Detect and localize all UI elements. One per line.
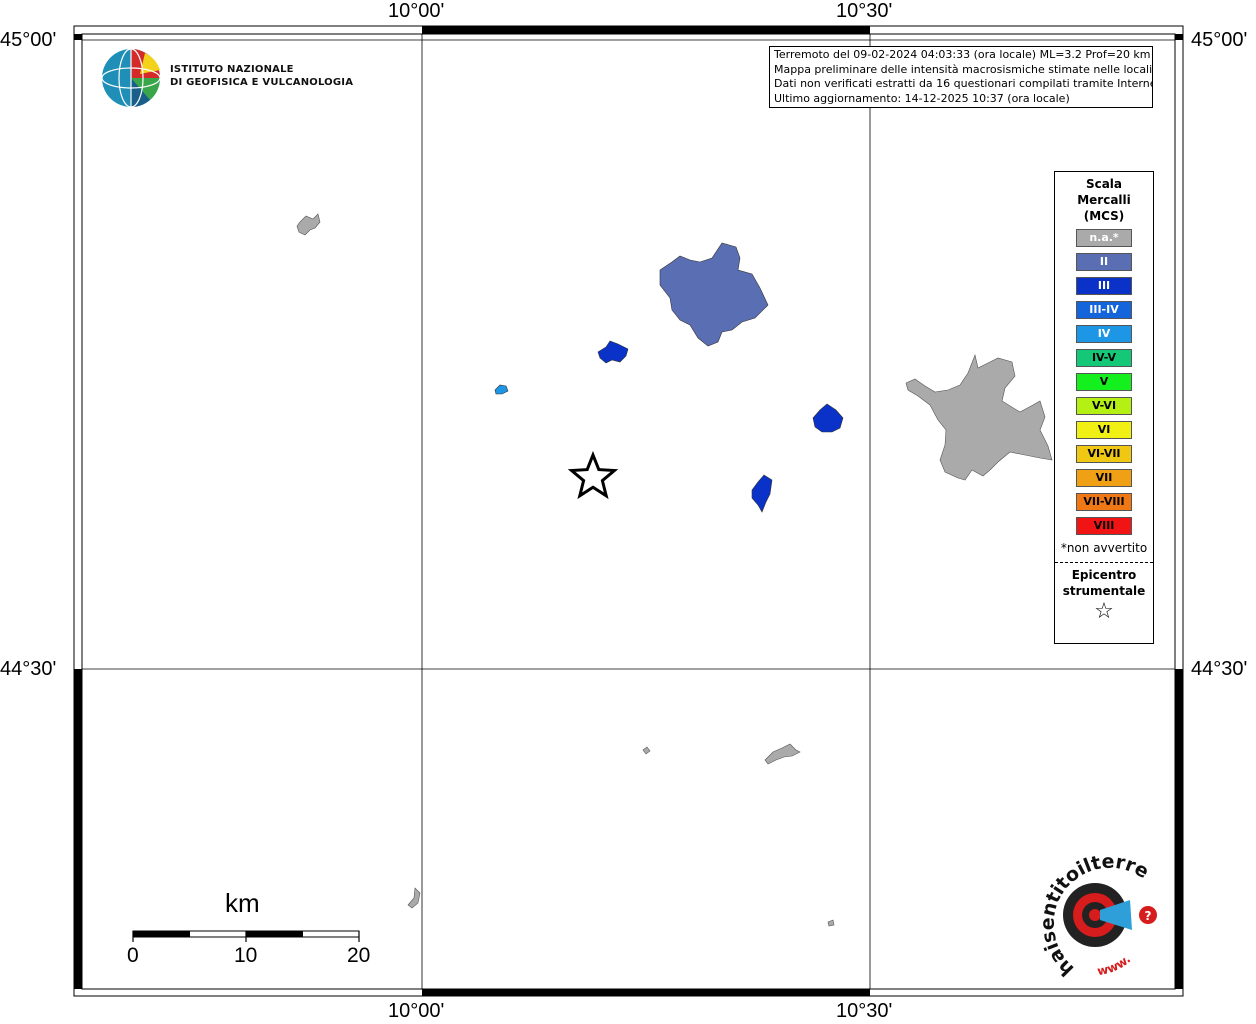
- municipality-gray-nw: [296, 213, 321, 236]
- haisentito-q: ?: [1145, 909, 1152, 923]
- municipality-gray-south: [764, 743, 801, 765]
- municipality-intensity-III-2: [812, 403, 844, 433]
- haisentito-arc-text: haisentitoilterremoto.it: [0, 0, 1153, 980]
- svg-text:www.: www.: [1096, 952, 1133, 978]
- legend-title-line2: Mercalli: [1077, 193, 1131, 207]
- legend-item: VII-VIII: [1076, 493, 1132, 511]
- mcs-legend: Scala Mercalli (MCS) n.a.* II III III-IV IV I…: [1054, 171, 1154, 644]
- legend-item: VIII: [1076, 517, 1132, 535]
- legend-title-line3: (MCS): [1083, 209, 1125, 223]
- event-info-line2: Mappa preliminare delle intensità macros…: [774, 62, 1153, 76]
- event-info-box: Terremoto del 09-02-2024 04:03:33 (ora l…: [769, 46, 1153, 108]
- municipality-intensity-III-1: [597, 340, 629, 364]
- legend-epicenter-line1: Epicentro: [1071, 568, 1137, 582]
- municipality-gray-sw: [407, 887, 421, 909]
- coord-label-bottom-right: 10°30': [836, 1000, 893, 1022]
- haisentito-www: www.: [1096, 952, 1133, 978]
- coord-label-right-bottom: 44°30': [1191, 658, 1248, 680]
- legend-item: VII: [1076, 469, 1132, 487]
- scale-bar: [132, 930, 360, 942]
- municipality-intensity-II: [659, 242, 769, 347]
- coord-label-top-left: 10°00': [388, 0, 445, 22]
- haisentito-logo-icon: ? haisentitoilterremoto.it www.: [0, 0, 1157, 980]
- coord-label-left-bottom: 44°30': [0, 658, 57, 680]
- frame-bar-left-top: [74, 34, 82, 40]
- frame-bar-right-top: [1175, 34, 1183, 40]
- event-info-line1: Terremoto del 09-02-2024 04:03:33 (ora l…: [774, 48, 1151, 61]
- scale-tick-10: 10: [234, 944, 258, 967]
- ingv-logo-icon: [101, 48, 161, 108]
- event-info-line3: Dati non verificati estratti da 16 quest…: [774, 77, 1153, 90]
- map-frame-outer: [73, 25, 1184, 997]
- legend-epicenter-star-icon: ☆: [1094, 599, 1114, 624]
- ingv-logo-text: ISTITUTO NAZIONALE DI GEOFISICA E VULCAN…: [170, 63, 353, 89]
- ingv-logo-line1: ISTITUTO NAZIONALE: [170, 64, 294, 75]
- legend-not-felt-note: *non avvertito: [1060, 541, 1148, 555]
- legend-item: II: [1076, 253, 1132, 271]
- legend-item: IV-V: [1076, 349, 1132, 367]
- coord-label-bottom-left: 10°00': [388, 1000, 445, 1022]
- legend-item: III: [1076, 277, 1132, 295]
- event-info-line4: Ultimo aggiornamento: 14-12-2025 10:37 (…: [774, 91, 1070, 105]
- frame-bar-bottom: [422, 989, 870, 996]
- legend-epicenter-label: Epicentro strumentale: [1055, 567, 1153, 599]
- scale-unit-label: km: [225, 888, 260, 918]
- municipality-intensity-III-3: [751, 474, 773, 513]
- coord-label-top-right: 10°30': [836, 0, 893, 22]
- legend-item: V-VI: [1076, 397, 1132, 415]
- svg-text:haisentitoilterremoto.it: haisentitoilterremoto.it: [0, 0, 1153, 980]
- coord-label-left-top: 45°00': [0, 29, 57, 51]
- frame-bar-left-bottom: [74, 669, 82, 989]
- legend-item: V: [1076, 373, 1132, 391]
- ingv-logo-line2: DI GEOFISICA E VULCANOLOGIA: [170, 77, 354, 88]
- legend-list: n.a.* II III III-IV IV IV-V V V-VI VI VI-VII VII VI…: [1055, 229, 1153, 535]
- frame-bar-right-bottom: [1175, 669, 1183, 989]
- municipality-gray-east: [905, 353, 1053, 481]
- legend-item: VI-VII: [1076, 445, 1132, 463]
- legend-epicenter-line2: strumentale: [1062, 584, 1146, 598]
- municipality-gray-se: [827, 919, 835, 927]
- legend-item: IV: [1076, 325, 1132, 343]
- legend-divider: [1055, 562, 1153, 563]
- legend-item: n.a.*: [1076, 229, 1132, 247]
- legend-item: III-IV: [1076, 301, 1132, 319]
- scale-tick-20: 20: [347, 944, 371, 967]
- legend-title: Scala Mercalli (MCS): [1055, 176, 1153, 224]
- legend-title-line1: Scala: [1085, 177, 1123, 191]
- scale-tick-0: 0: [127, 944, 139, 967]
- coord-label-right-top: 45°00': [1191, 29, 1248, 51]
- municipality-intensity-IV: [494, 384, 509, 395]
- municipality-gray-south-small: [642, 746, 651, 755]
- legend-item: VI: [1076, 421, 1132, 439]
- epicenter-star-icon: [567, 450, 619, 500]
- map-frame-inner: [81, 33, 1176, 990]
- frame-bar-top: [422, 26, 870, 34]
